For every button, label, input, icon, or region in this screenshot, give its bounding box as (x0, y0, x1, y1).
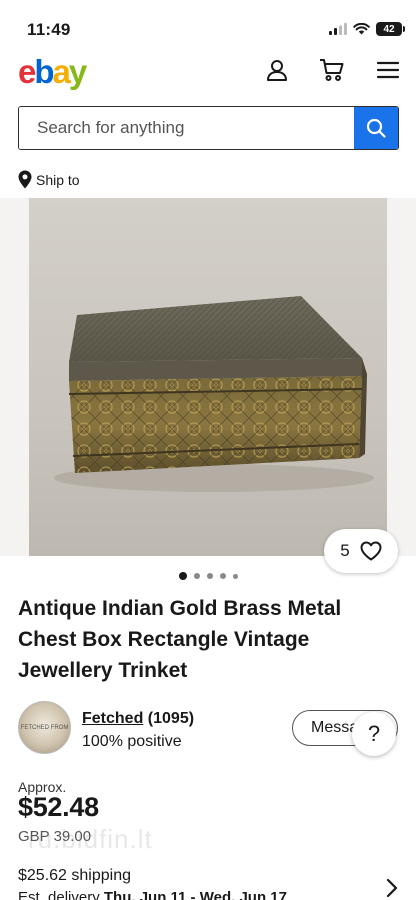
price: $52.48 (18, 792, 99, 822)
seller-feedback-count: (1095) (147, 710, 195, 727)
logo-letter-a: a (52, 53, 71, 90)
pagination-dot[interactable] (219, 573, 226, 579)
search-button[interactable] (354, 107, 398, 149)
battery-level: 42 (383, 23, 395, 35)
cellular-signal-icon (329, 23, 347, 35)
shipping-cost: $25.62 shipping (18, 867, 131, 884)
product-image (54, 296, 374, 492)
pagination-dot[interactable] (232, 573, 238, 579)
search-icon (366, 118, 386, 138)
pagination-dot[interactable] (193, 573, 200, 579)
status-time: 11:49 (27, 20, 71, 39)
seller-name-row: Fetched (1095) (82, 710, 194, 728)
listing-title: Antique Indian Gold Brass Metal Chest Bo… (18, 597, 342, 682)
gallery-pagination (0, 572, 416, 580)
status-bar: 11:49 42 (0, 0, 416, 54)
help-icon: ? (367, 721, 381, 746)
battery-icon: 42 (376, 22, 405, 36)
seller-avatar-text: FETCHED FROM (20, 724, 69, 731)
heart-icon (360, 541, 382, 561)
product-photo[interactable] (29, 198, 387, 556)
search-bar (18, 106, 399, 150)
ebay-logo[interactable]: ebay (18, 53, 87, 90)
seller-avatar[interactable]: FETCHED FROM (18, 701, 71, 754)
status-icons: 42 (329, 22, 405, 36)
chevron-right-icon[interactable] (386, 878, 398, 900)
search-input[interactable] (19, 107, 354, 149)
logo-letter-y: y (68, 53, 87, 90)
seller-card: FETCHED FROM Fetched (1095) 100% positiv… (18, 701, 398, 755)
account-icon[interactable] (263, 56, 291, 84)
seller-positive-rating: 100% positive (82, 733, 182, 750)
location-pin-icon (18, 170, 32, 189)
wifi-icon (353, 23, 370, 35)
ship-to-link[interactable]: Ship to (18, 170, 80, 189)
delivery-range: Thu, Jun 11 - Wed, Jun 17 (103, 889, 287, 900)
watermark: ru.bidfin.lt (28, 824, 153, 854)
pagination-dot-active[interactable] (178, 572, 187, 580)
image-gallery[interactable] (0, 198, 416, 556)
logo-letter-b: b (34, 53, 54, 90)
pagination-dot[interactable] (206, 573, 213, 579)
header: ebay (0, 50, 416, 96)
logo-letter-e: e (18, 53, 36, 90)
seller-name-link[interactable]: Fetched (82, 710, 143, 727)
help-button[interactable]: ? (352, 712, 396, 756)
delivery-estimate: Est. delivery Thu, Jun 11 - Wed, Jun 17 (18, 889, 287, 900)
delivery-label: Est. delivery (18, 889, 104, 900)
cart-icon[interactable] (318, 56, 346, 84)
ship-to-label: Ship to (36, 171, 80, 188)
menu-icon[interactable] (374, 56, 402, 84)
watch-button[interactable]: 5 (324, 529, 398, 573)
watch-count: 5 (340, 541, 350, 560)
